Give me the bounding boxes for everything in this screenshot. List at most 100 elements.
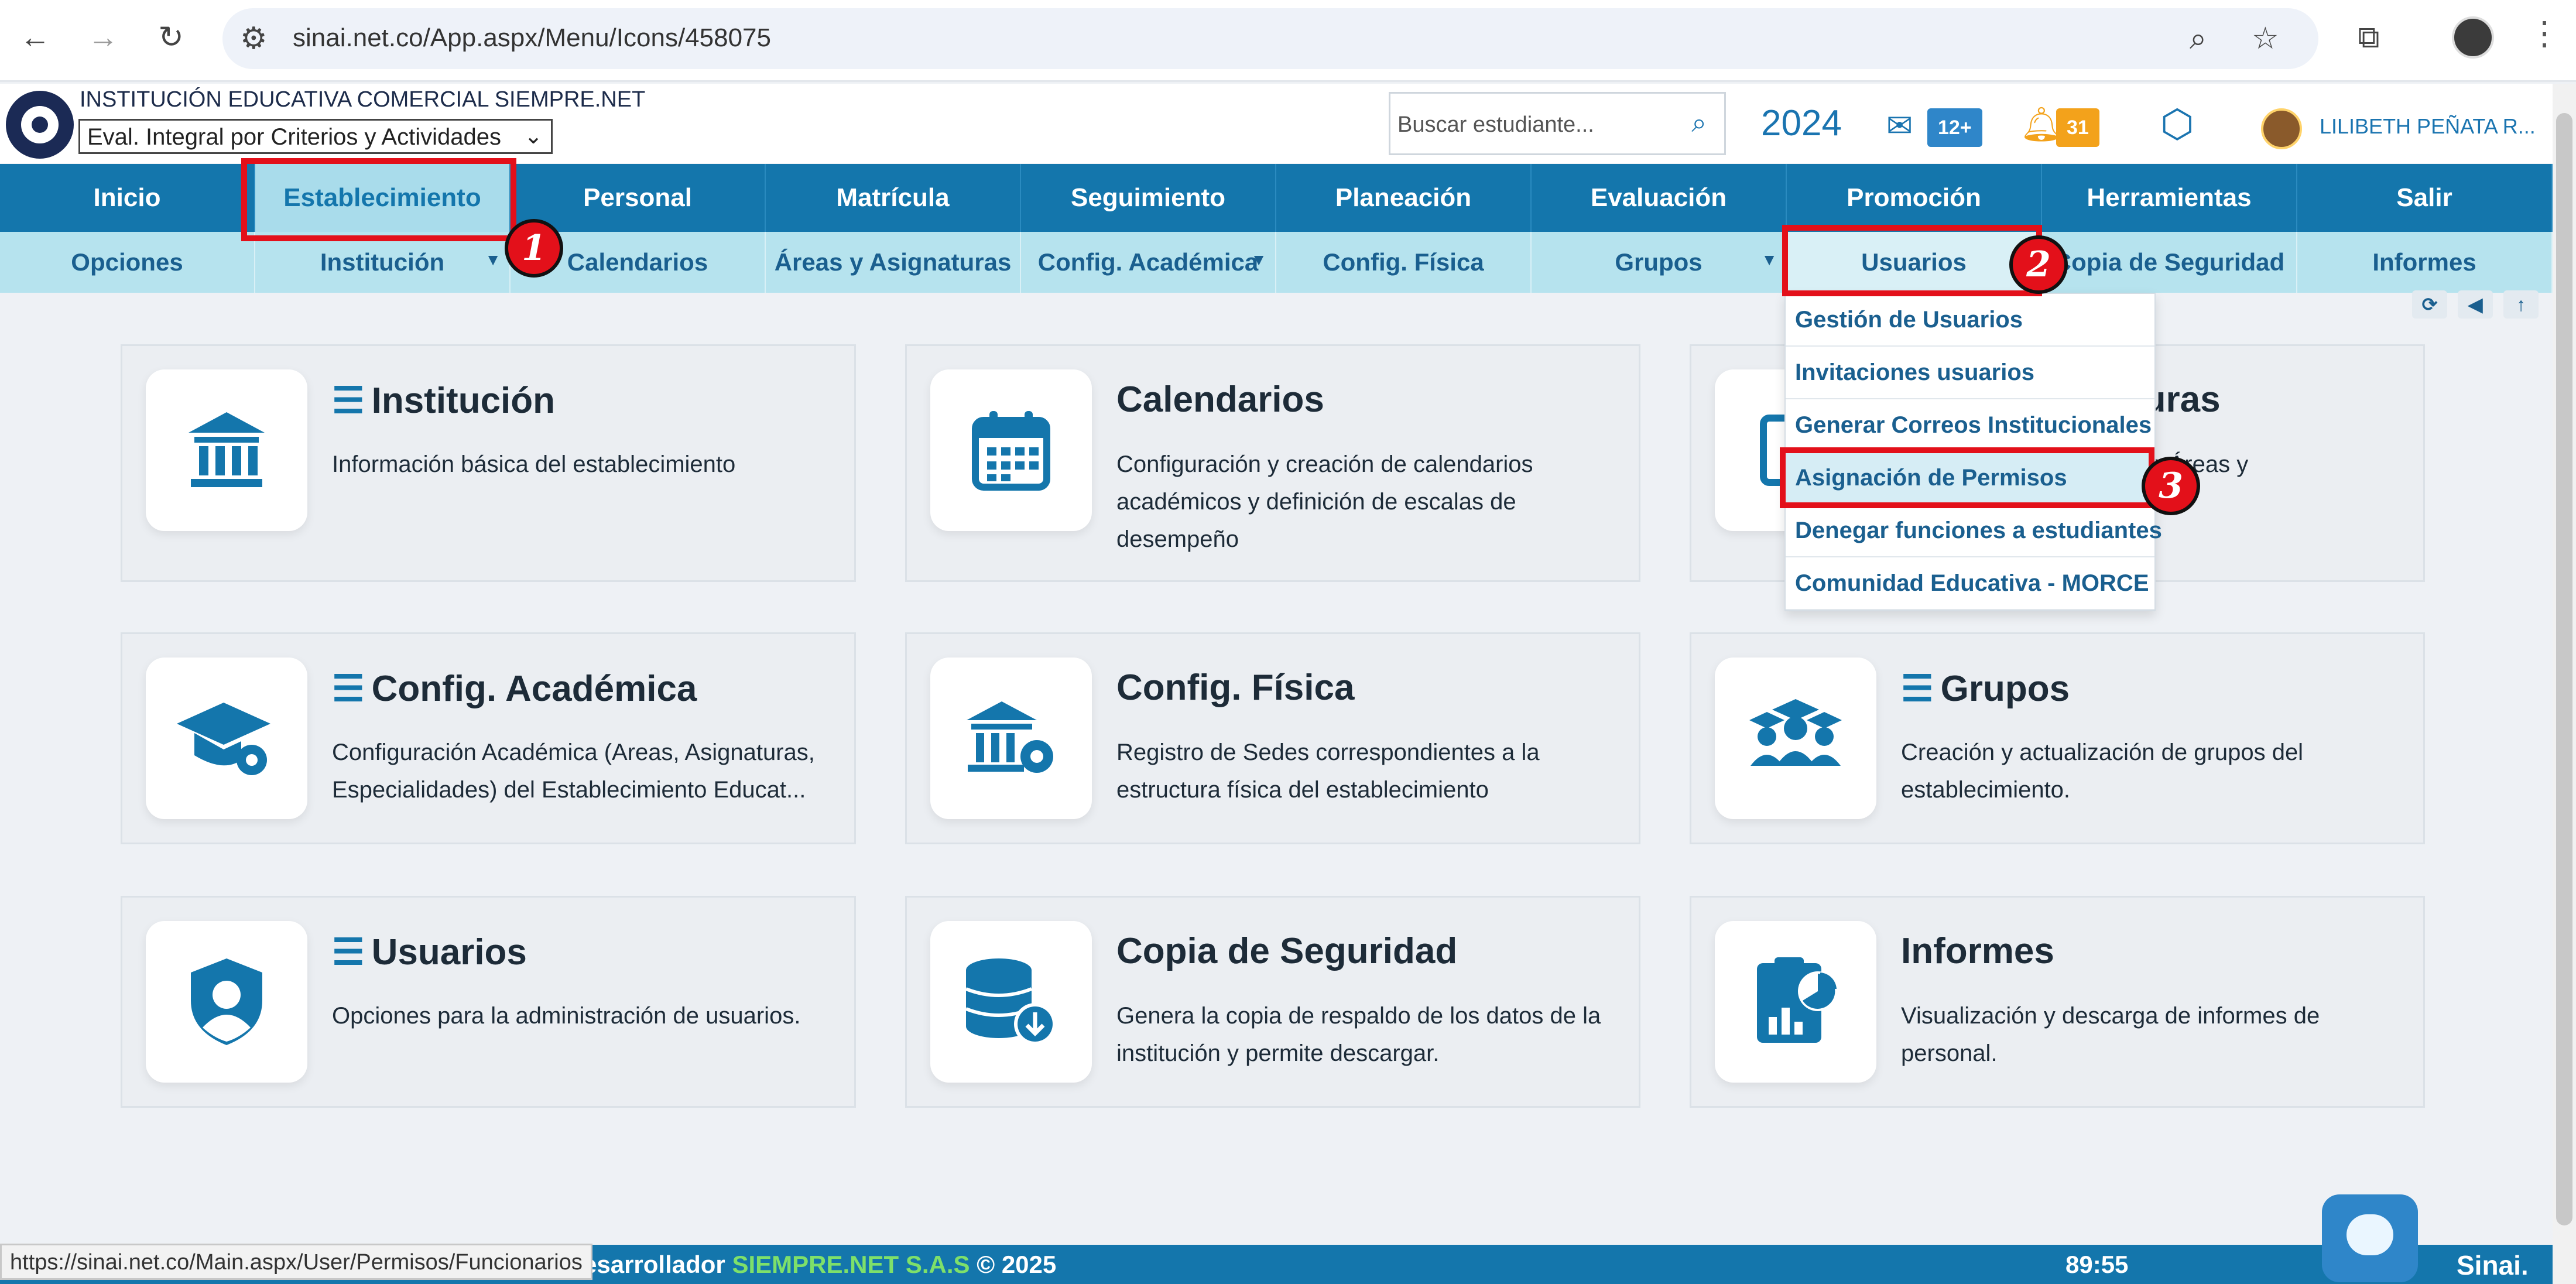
- subnav-label: Opciones: [71, 248, 183, 276]
- year-selector[interactable]: 2024: [1761, 102, 1842, 144]
- card-copia-seguridad[interactable]: Copia de Seguridad Genera la copia de re…: [905, 896, 1640, 1108]
- institution-logo[interactable]: [6, 91, 74, 159]
- user-name[interactable]: LILIBETH PEÑATA R...: [2320, 114, 2536, 139]
- card-title-text: Copia de Seguridad: [1116, 931, 1458, 971]
- subnav-opciones[interactable]: Opciones: [0, 232, 255, 293]
- step-3-marker: 3: [2142, 457, 2200, 515]
- subnav-informes[interactable]: Informes: [2297, 232, 2553, 293]
- subnav-config-academica[interactable]: Config. Académica ▼: [1021, 232, 1276, 293]
- nav-planeacion[interactable]: Planeación: [1276, 164, 1532, 232]
- nav-matricula[interactable]: Matrícula: [766, 164, 1021, 232]
- step-1-marker: 1: [505, 219, 563, 278]
- footer-logo: Sinai.: [2457, 1250, 2529, 1280]
- card-description: Opciones para la administración de usuar…: [332, 1003, 801, 1029]
- card-calendarios[interactable]: Calendarios Configuración y creación de …: [905, 344, 1640, 582]
- mail-count-badge[interactable]: 12+: [1927, 108, 1982, 147]
- card-informes[interactable]: Informes Visualización y descarga de inf…: [1690, 896, 2425, 1108]
- url-text[interactable]: sinai.net.co/App.aspx/Menu/Icons/458075: [293, 23, 771, 53]
- scrollbar-thumb[interactable]: [2556, 113, 2572, 1225]
- evaluation-select-value: Eval. Integral por Criterios y Actividad…: [87, 124, 501, 150]
- step-2-marker: 2: [2009, 235, 2068, 294]
- card-description: Creación y actualización de grupos del e…: [1901, 739, 2304, 803]
- app: ← → ↻ ⚙ sinai.net.co/App.aspx/Menu/Icons…: [0, 0, 2576, 1284]
- notification-count-badge[interactable]: 31: [2056, 108, 2099, 147]
- extensions-icon[interactable]: ⧉: [2351, 20, 2386, 55]
- subnav-areas-asignaturas[interactable]: Áreas y Asignaturas: [766, 232, 1021, 293]
- back-circle-icon[interactable]: ◀: [2458, 290, 2493, 319]
- card-config-fisica[interactable]: Config. Física Registro de Sedes corresp…: [905, 632, 1640, 844]
- calendar-icon: [930, 369, 1092, 531]
- subnav-label: Config. Física: [1323, 248, 1484, 276]
- building-gear-icon: [930, 658, 1092, 819]
- user-avatar[interactable]: [2261, 108, 2302, 149]
- card-description: Registro de Sedes correspondientes a la …: [1116, 739, 1540, 803]
- arrow-up-icon[interactable]: ↑: [2503, 290, 2539, 319]
- mail-icon[interactable]: ✉: [1886, 107, 1913, 144]
- card-title-text: Grupos: [1940, 669, 2070, 709]
- card-grupos[interactable]: ☰ Grupos Creación y actualización de grup…: [1690, 632, 2425, 844]
- nav-herramientas[interactable]: Herramientas: [2042, 164, 2297, 232]
- dropdown-item-invitaciones[interactable]: Invitaciones usuarios: [1786, 347, 2154, 399]
- database-download-icon: [930, 921, 1092, 1083]
- profile-avatar[interactable]: [2452, 16, 2494, 59]
- institution-name: INSTITUCIÓN EDUCATIVA COMERCIAL SIEMPRE.…: [80, 87, 646, 112]
- subnav-label: Informes: [2372, 248, 2476, 276]
- dropdown-item-gestion-usuarios[interactable]: Gestión de Usuarios: [1786, 294, 2154, 347]
- dropdown-item-denegar-funciones[interactable]: Denegar funciones a estudiantes: [1786, 505, 2162, 557]
- search-icon[interactable]: ⌕: [1691, 107, 1707, 139]
- card-usuarios[interactable]: ☰ Usuarios Opciones para la administració…: [121, 896, 856, 1108]
- address-bar[interactable]: ⚙ sinai.net.co/App.aspx/Menu/Icons/45807…: [222, 8, 2318, 69]
- card-title: ☰ Config. Académica: [332, 667, 697, 710]
- bookmark-star-icon[interactable]: ☆: [2252, 21, 2279, 56]
- card-config-academica[interactable]: ☰ Config. Académica Configuración Académi…: [121, 632, 856, 844]
- footer-credit: esarrollador SIEMPRE.NET S.A.S © 2025: [583, 1251, 1056, 1279]
- nav-salir[interactable]: Salir: [2297, 164, 2553, 232]
- card-title: ☰ Usuarios: [332, 930, 527, 973]
- menu-icon[interactable]: ☰: [332, 932, 365, 973]
- menu-icon[interactable]: ☰: [332, 669, 365, 709]
- card-title-text: Usuarios: [371, 932, 527, 973]
- dropdown-item-correos[interactable]: Generar Correos Institucionales: [1786, 399, 2154, 452]
- highlight-establecimiento: [241, 158, 516, 241]
- site-info-icon[interactable]: ⚙: [240, 21, 268, 56]
- forward-icon[interactable]: →: [85, 20, 121, 55]
- subnav-config-fisica[interactable]: Config. Física: [1276, 232, 1532, 293]
- dropdown-item-comunidad[interactable]: Comunidad Educativa - MORCE: [1786, 557, 2154, 610]
- subnav-label: Config. Académica: [1037, 248, 1259, 276]
- chat-button[interactable]: [2322, 1194, 2418, 1282]
- subnav-copia-seguridad[interactable]: Copia de Seguridad: [2042, 232, 2297, 293]
- menu-icon[interactable]: ☰: [1901, 669, 1934, 709]
- page-scrollbar[interactable]: [2553, 84, 2576, 1284]
- nav-evaluacion[interactable]: Evaluación: [1532, 164, 1787, 232]
- card-title: Copia de Seguridad: [1116, 930, 1457, 972]
- bank-icon: [146, 369, 307, 531]
- nav-inicio[interactable]: Inicio: [0, 164, 255, 232]
- footer-brand[interactable]: SIEMPRE.NET S.A.S: [732, 1251, 970, 1278]
- student-search-input[interactable]: Buscar estudiante... ⌕: [1389, 92, 1726, 155]
- browser-menu-icon[interactable]: ⋮: [2528, 14, 2561, 53]
- subnav-label: Áreas y Asignaturas: [774, 248, 1012, 276]
- dropdown-arrow-icon: ▼: [1251, 251, 1267, 269]
- card-description: Genera la copia de respaldo de los datos…: [1116, 1003, 1601, 1066]
- nav-seguimiento[interactable]: Seguimiento: [1021, 164, 1276, 232]
- card-description: Visualización y descarga de informes de …: [1901, 1003, 2320, 1066]
- group-icon: [1715, 658, 1876, 819]
- graduation-gear-icon: [146, 658, 307, 819]
- highlight-asignacion-permisos: [1780, 447, 2154, 508]
- app-header: INSTITUCIÓN EDUCATIVA COMERCIAL SIEMPRE.…: [0, 84, 2576, 163]
- refresh-icon[interactable]: ⟳: [2412, 290, 2447, 319]
- nav-promocion[interactable]: Promoción: [1787, 164, 2042, 232]
- cube-icon[interactable]: ⬡: [2160, 101, 2194, 146]
- zoom-icon[interactable]: ⌕: [2190, 21, 2207, 57]
- menu-icon[interactable]: ☰: [332, 381, 365, 421]
- subnav-grupos[interactable]: Grupos ▼: [1532, 232, 1787, 293]
- back-icon[interactable]: ←: [18, 20, 53, 55]
- card-title-text: Institución: [371, 381, 556, 421]
- highlight-usuarios: [1782, 225, 2042, 296]
- card-title: Calendarios: [1116, 379, 1324, 420]
- card-institucion[interactable]: ☰ Institución Información básica del esta…: [121, 344, 856, 582]
- session-timer: 89:55: [2065, 1251, 2129, 1278]
- evaluation-select[interactable]: Eval. Integral por Criterios y Actividad…: [78, 119, 553, 154]
- reload-icon[interactable]: ↻: [153, 20, 189, 55]
- nav-personal[interactable]: Personal: [511, 164, 766, 232]
